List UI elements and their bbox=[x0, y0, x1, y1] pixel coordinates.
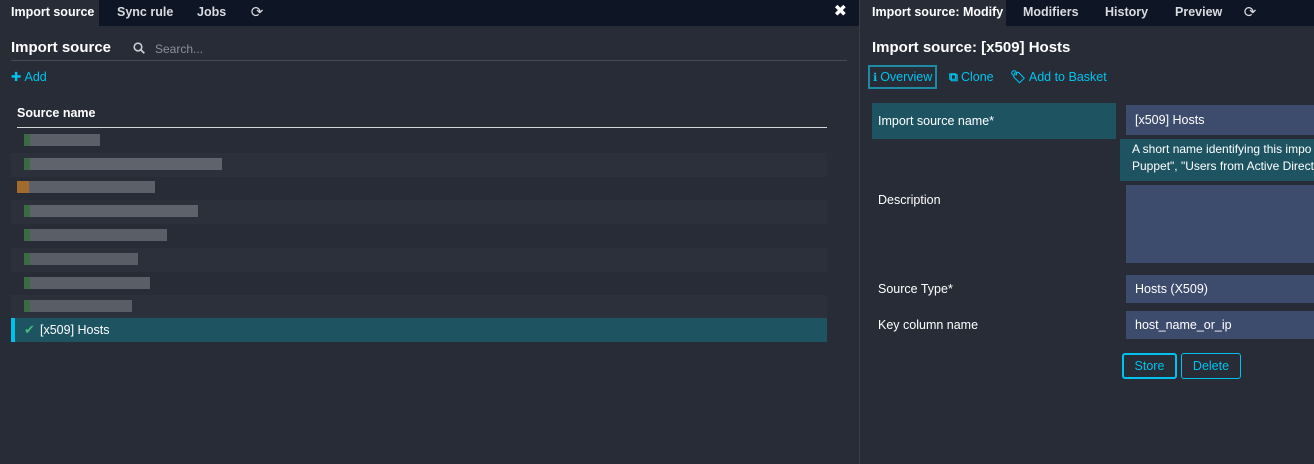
import-source-pane: Import source Sync rule Jobs ⟳ ✖ Import … bbox=[0, 0, 859, 464]
import-source-name-label: Import source name* bbox=[872, 103, 1116, 139]
refresh-icon[interactable]: ⟳ bbox=[247, 0, 267, 26]
table-row[interactable] bbox=[11, 153, 827, 177]
table-row[interactable] bbox=[11, 272, 827, 296]
plus-icon: ✚ bbox=[11, 70, 22, 84]
import-source-name-hint: A short name identifying this impo Puppe… bbox=[1120, 139, 1314, 181]
info-icon: ℹ bbox=[873, 72, 878, 84]
tab-jobs[interactable]: Jobs bbox=[197, 0, 226, 26]
tab-preview[interactable]: Preview bbox=[1175, 0, 1222, 26]
table-row[interactable] bbox=[11, 200, 827, 224]
table-row[interactable] bbox=[11, 129, 827, 153]
key-column-label: Key column name bbox=[878, 318, 979, 332]
tab-history[interactable]: History bbox=[1105, 0, 1148, 26]
title-divider bbox=[11, 60, 847, 61]
search-box bbox=[133, 40, 333, 58]
add-to-basket-button[interactable]: 🏷 Add to Basket bbox=[1010, 70, 1107, 85]
search-input[interactable] bbox=[155, 40, 325, 58]
store-button[interactable]: Store bbox=[1122, 353, 1177, 379]
close-icon[interactable]: ✖ bbox=[834, 2, 847, 22]
import-source-modify-pane: Import source: Modify Modifiers History … bbox=[860, 0, 1314, 464]
search-icon bbox=[133, 42, 145, 54]
tab-modify[interactable]: Import source: Modify bbox=[860, 0, 1006, 26]
table-row[interactable] bbox=[11, 176, 827, 200]
tab-modifiers[interactable]: Modifiers bbox=[1023, 0, 1079, 26]
source-type-label: Source Type* bbox=[878, 282, 953, 296]
tab-sync-rule[interactable]: Sync rule bbox=[117, 0, 173, 26]
right-tab-bar: Import source: Modify Modifiers History … bbox=[860, 0, 1314, 26]
table-row[interactable] bbox=[11, 248, 827, 272]
key-column-input[interactable]: host_name_or_ip bbox=[1126, 311, 1314, 339]
delete-button[interactable]: Delete bbox=[1181, 353, 1241, 379]
description-label: Description bbox=[878, 193, 941, 207]
import-source-name-input[interactable]: [x509] Hosts bbox=[1126, 105, 1314, 135]
source-type-select[interactable]: Hosts (X509) bbox=[1126, 275, 1314, 303]
header-underline bbox=[17, 127, 827, 128]
row-label: [x509] Hosts bbox=[40, 323, 110, 337]
column-header-source-name: Source name bbox=[17, 106, 96, 120]
table-row[interactable] bbox=[11, 224, 827, 248]
left-tab-bar: Import source Sync rule Jobs ⟳ ✖ bbox=[0, 0, 859, 26]
page-title: Import source bbox=[11, 39, 112, 56]
copy-icon: ⧉ bbox=[949, 70, 958, 84]
tab-import-source[interactable]: Import source bbox=[0, 0, 99, 26]
tag-icon: 🏷 bbox=[1010, 70, 1026, 84]
clone-button[interactable]: ⧉ Clone bbox=[949, 70, 994, 85]
refresh-icon[interactable]: ⟳ bbox=[1240, 0, 1260, 26]
check-icon: ✔ bbox=[24, 322, 35, 337]
add-button[interactable]: ✚ Add bbox=[11, 69, 47, 84]
overview-button[interactable]: ℹ Overview bbox=[868, 65, 938, 89]
table-row-selected[interactable]: ✔ [x509] Hosts bbox=[11, 318, 827, 342]
page-title: Import source: [x509] Hosts bbox=[872, 39, 1071, 56]
table-row[interactable] bbox=[11, 295, 827, 319]
description-textarea[interactable] bbox=[1126, 185, 1314, 263]
